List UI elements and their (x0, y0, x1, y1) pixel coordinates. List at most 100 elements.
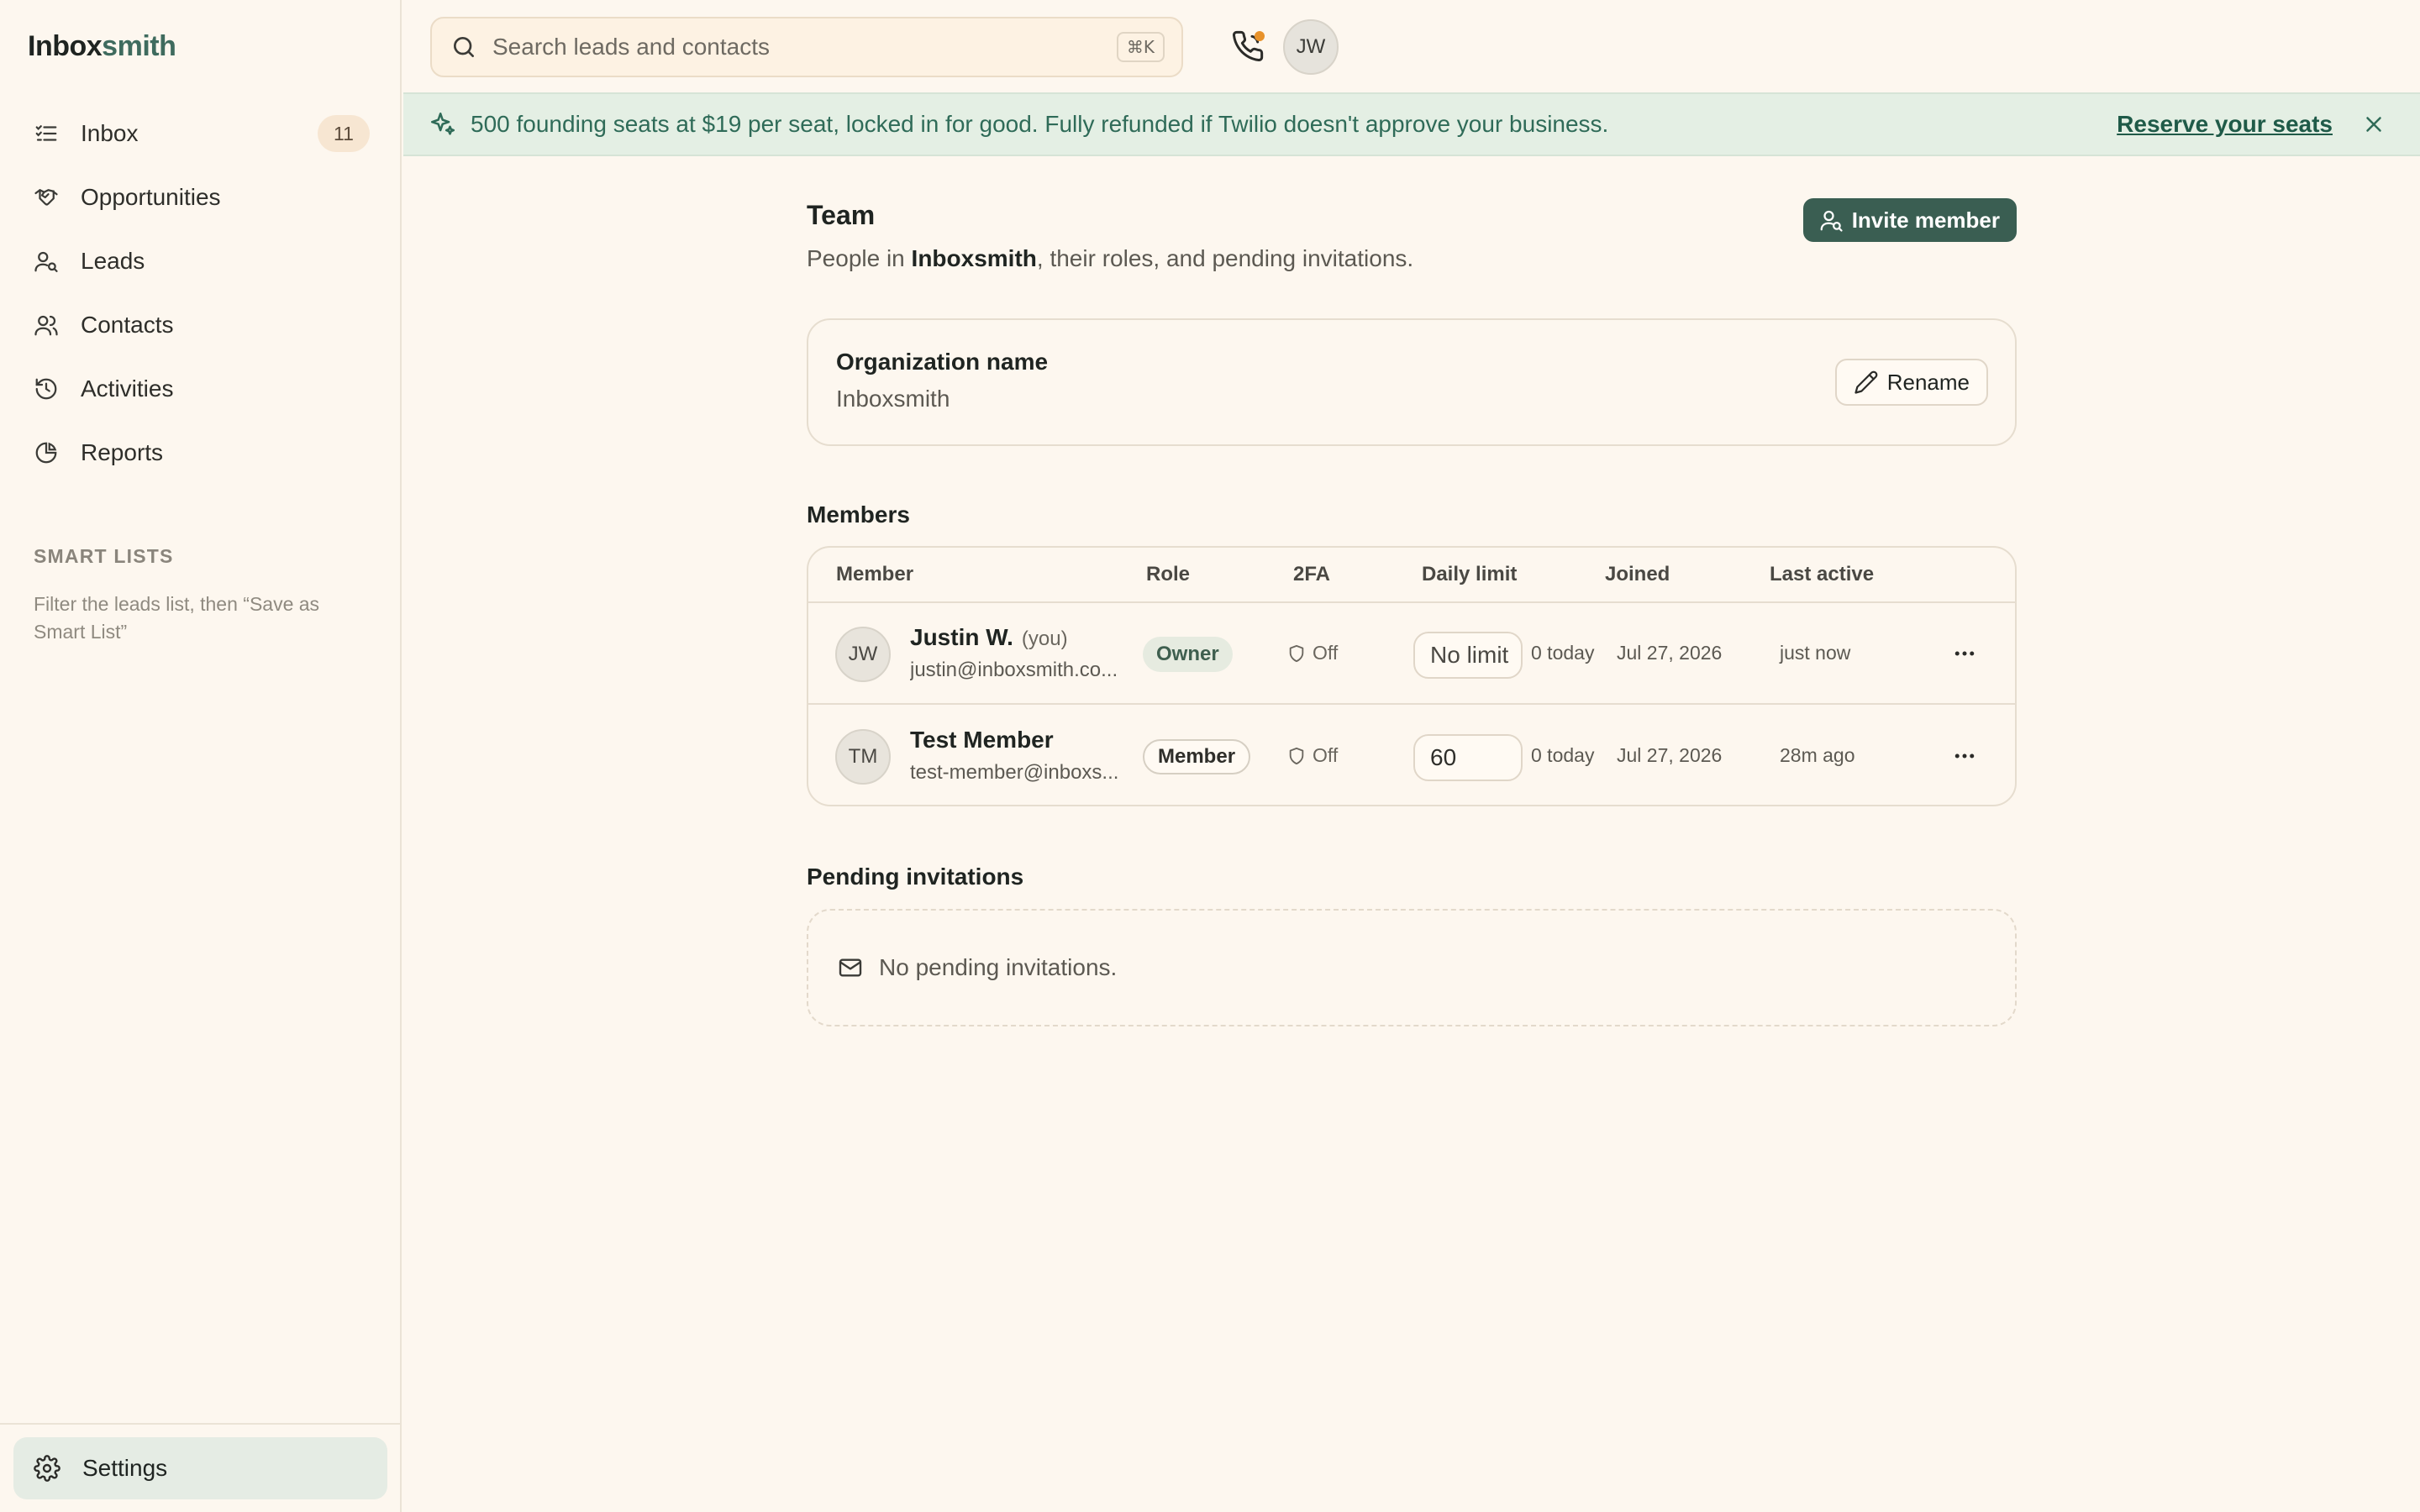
last-active: just now (1780, 642, 1851, 664)
twofa-status: Off (1287, 642, 1338, 664)
org-name-label: Organization name (836, 349, 1049, 375)
rename-label: Rename (1886, 369, 1970, 395)
table-header: Member Role 2FA Daily limit Joined Last … (808, 548, 2015, 603)
twofa-status: Off (1287, 744, 1338, 767)
role-badge: Owner (1143, 637, 1233, 672)
banner-message: 500 founding seats at $19 per seat, lock… (471, 111, 1609, 137)
user-plus-icon (1820, 210, 1843, 232)
search-input[interactable]: Search leads and contacts ⌘K (430, 17, 1183, 77)
column-header-joined: Joined (1605, 563, 1670, 585)
members-table: Member Role 2FA Daily limit Joined Last … (807, 546, 2017, 806)
subtitle-prefix: People in (807, 245, 912, 271)
org-name-value: Inboxsmith (836, 386, 950, 412)
rename-button[interactable]: Rename (1834, 359, 1988, 406)
daily-limit-input[interactable]: 60 (1413, 734, 1523, 781)
page-subtitle: People in Inboxsmith, their roles, and p… (807, 245, 1413, 272)
pending-invitations-heading: Pending invitations (807, 864, 1024, 890)
members-heading: Members (807, 501, 910, 528)
sidebar-item-label: Contacts (81, 312, 174, 338)
sidebar-item-reports[interactable]: Reports (13, 427, 388, 479)
smart-lists-description: Filter the leads list, then “Save as Sma… (34, 593, 320, 643)
twofa-status-text: Off (1313, 642, 1339, 664)
user-search-icon (34, 251, 58, 272)
subtitle-suffix: , their roles, and pending invitations. (1036, 245, 1414, 271)
page-title: Team (807, 200, 876, 230)
joined-date: Jul 27, 2026 (1617, 744, 1723, 766)
sidebar-item-contacts[interactable]: Contacts (13, 299, 388, 351)
column-header-daily-limit: Daily limit (1422, 563, 1518, 585)
sparkles-icon (430, 112, 455, 135)
user-avatar[interactable]: JW (1283, 19, 1339, 75)
sidebar-nav: Inbox 11 Opportunities Leads Contacts Ac… (13, 108, 388, 491)
member-name: Justin W. (you) (910, 624, 1068, 651)
last-active: 28m ago (1780, 744, 1855, 766)
member-name: Test Member (910, 727, 1054, 753)
empty-state-text: No pending invitations. (879, 954, 1118, 980)
close-icon[interactable] (2361, 112, 2386, 137)
sidebar-item-opportunities[interactable]: Opportunities (13, 171, 388, 223)
member-email: test-member@inboxs... (910, 761, 1119, 784)
subtitle-org-name: Inboxsmith (911, 245, 1037, 271)
row-actions-button[interactable] (1948, 739, 1981, 773)
column-header-member: Member (836, 563, 914, 585)
shield-icon (1289, 747, 1304, 764)
users-icon (34, 315, 58, 336)
joined-date: Jul 27, 2026 (1617, 642, 1723, 664)
sidebar-item-label: Leads (81, 248, 145, 274)
handshake-icon (34, 189, 58, 206)
search-shortcut-hint: ⌘K (1116, 32, 1165, 62)
member-email: justin@inboxsmith.co... (910, 659, 1118, 681)
pending-invitations-empty: No pending invitations. (807, 909, 2017, 1026)
sent-today: 0 today (1531, 744, 1595, 766)
shield-icon (1289, 644, 1304, 662)
sidebar-item-inbox[interactable]: Inbox 11 (13, 108, 388, 160)
avatar: TM (835, 729, 891, 785)
invite-member-button[interactable]: Invite member (1802, 198, 2017, 242)
history-icon (35, 378, 57, 400)
daily-limit-input[interactable]: No limit (1413, 632, 1523, 679)
mail-icon (839, 958, 862, 977)
member-name-text: Justin W. (910, 624, 1013, 650)
logo-text-primary: Inbox (28, 30, 103, 62)
sidebar-item-label: Opportunities (81, 184, 221, 210)
table-row: JW Justin W. (you) justin@inboxsmith.co..… (808, 603, 2015, 705)
row-actions-button[interactable] (1948, 637, 1981, 670)
column-header-last-active: Last active (1770, 563, 1875, 585)
sidebar-item-label: Reports (81, 439, 164, 465)
organization-card: Organization name Inboxsmith Rename (807, 318, 2017, 446)
search-icon (454, 37, 474, 57)
sidebar-divider (0, 1423, 402, 1425)
sidebar-item-settings[interactable]: Settings (13, 1437, 387, 1499)
invite-member-label: Invite member (1851, 207, 2000, 233)
reserve-seats-link[interactable]: Reserve your seats (2117, 111, 2333, 138)
sidebar-item-leads[interactable]: Leads (13, 235, 388, 287)
inbox-list-icon (35, 125, 57, 141)
avatar: JW (835, 627, 891, 682)
pie-chart-icon (35, 442, 57, 464)
sidebar-item-label: Inbox (81, 120, 139, 146)
sidebar-item-label: Activities (81, 375, 174, 402)
column-header-role: Role (1146, 563, 1191, 585)
phone-button[interactable] (1231, 29, 1268, 66)
pencil-icon (1854, 370, 1878, 394)
table-row: TM Test Member test-member@inboxs... Mem… (808, 706, 2015, 805)
twofa-status-text: Off (1313, 744, 1339, 766)
settings-label: Settings (82, 1455, 168, 1481)
you-indicator: (you) (1021, 627, 1068, 650)
inbox-count-badge: 11 (318, 115, 370, 152)
logo-text-accent: smith (102, 30, 176, 62)
role-badge: Member (1143, 739, 1251, 774)
more-horizontal-icon (1954, 753, 1975, 759)
search-placeholder: Search leads and contacts (492, 34, 770, 60)
promo-banner: 500 founding seats at $19 per seat, lock… (403, 92, 2420, 156)
gear-icon (34, 1455, 60, 1482)
notification-dot (1255, 31, 1265, 41)
sidebar-item-activities[interactable]: Activities (13, 363, 388, 415)
sidebar: Inboxsmith Inbox 11 Opportunities Leads … (0, 0, 402, 1512)
sent-today: 0 today (1531, 642, 1595, 664)
app-logo[interactable]: Inboxsmith (28, 30, 176, 63)
more-horizontal-icon (1954, 651, 1975, 656)
smart-lists-heading: SMART LISTS (34, 545, 174, 567)
column-header-2fa: 2FA (1293, 563, 1331, 585)
top-bar: Search leads and contacts ⌘K JW (403, 0, 2420, 92)
